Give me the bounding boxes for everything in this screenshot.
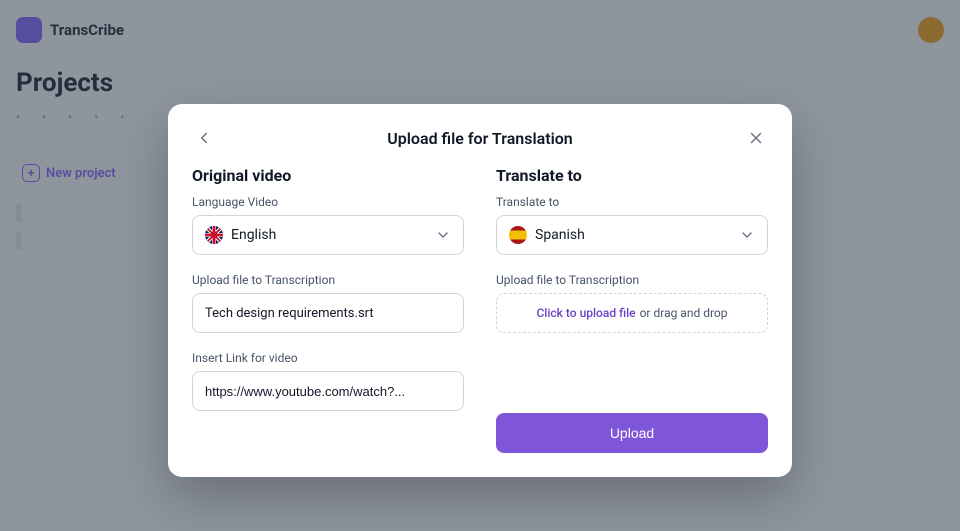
close-icon — [747, 129, 765, 147]
upload-dropzone[interactable]: Click to upload file or drag and drop — [496, 293, 768, 333]
video-link-input[interactable] — [192, 371, 464, 411]
target-upload-label: Upload file to Transcription — [496, 273, 768, 287]
insert-link-label: Insert Link for video — [192, 351, 464, 365]
close-button[interactable] — [744, 126, 768, 150]
upload-modal: Upload file for Translation Original vid… — [168, 104, 792, 477]
modal-title: Upload file for Translation — [216, 129, 744, 148]
translate-to-section-title: Translate to — [496, 166, 768, 185]
source-language-select[interactable]: English — [192, 215, 464, 255]
uploaded-file-name[interactable]: Tech design requirements.srt — [192, 293, 464, 333]
chevron-left-icon — [195, 129, 213, 147]
modal-header: Upload file for Translation — [192, 126, 768, 150]
original-video-section-title: Original video — [192, 166, 464, 185]
uk-flag-icon — [205, 226, 223, 244]
upload-file-label: Upload file to Transcription — [192, 273, 464, 287]
target-language-select[interactable]: Spanish — [496, 215, 768, 255]
target-language-value: Spanish — [535, 227, 585, 243]
source-language-value: English — [231, 227, 276, 243]
back-button[interactable] — [192, 126, 216, 150]
dropzone-click-text: Click to upload file — [536, 306, 635, 320]
chevron-down-icon — [739, 227, 755, 243]
original-video-column: Original video Language Video English Up… — [192, 166, 464, 453]
modal-overlay[interactable]: Upload file for Translation Original vid… — [0, 0, 960, 531]
language-label: Language Video — [192, 195, 464, 209]
dropzone-rest-text: or drag and drop — [640, 306, 728, 320]
target-language-label: Translate to — [496, 195, 768, 209]
file-name-text: Tech design requirements.srt — [205, 306, 374, 321]
translate-to-column: Translate to Translate to Spanish Upload… — [496, 166, 768, 453]
upload-button[interactable]: Upload — [496, 413, 768, 453]
es-flag-icon — [509, 226, 527, 244]
chevron-down-icon — [435, 227, 451, 243]
